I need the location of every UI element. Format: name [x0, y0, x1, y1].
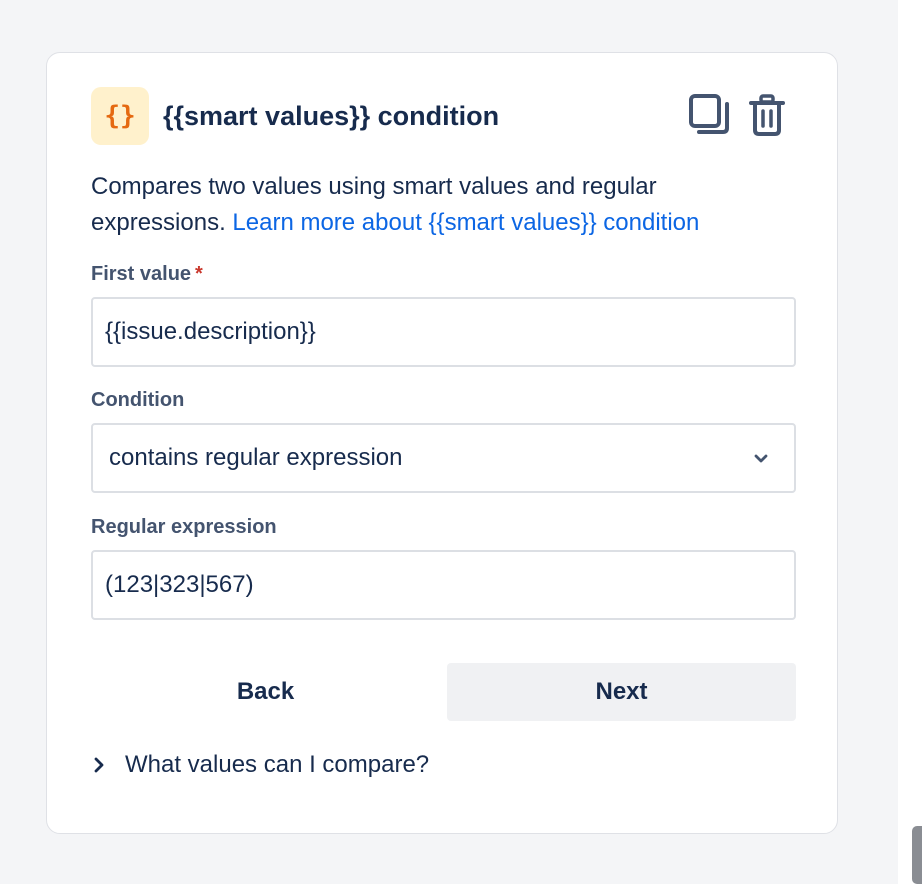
condition-value: contains regular expression: [109, 444, 403, 471]
condition-card: {} {{smart values}} condition Compares t…: [46, 52, 838, 834]
regex-input[interactable]: (123|323|567): [91, 550, 796, 620]
regex-text: (123|323|567): [105, 571, 254, 598]
first-value-input[interactable]: {{issue.description}}: [91, 297, 796, 367]
back-button[interactable]: Back: [91, 663, 440, 721]
copy-button[interactable]: [687, 93, 731, 137]
card-header: {} {{smart values}} condition: [91, 87, 793, 145]
condition-label: Condition: [91, 389, 185, 411]
first-value-text: {{issue.description}}: [105, 318, 316, 345]
delete-button[interactable]: [745, 93, 789, 137]
first-value-label: First value *: [91, 263, 203, 286]
help-expander[interactable]: What values can I compare?: [91, 745, 429, 785]
next-button[interactable]: Next: [447, 663, 796, 721]
copy-icon: [689, 94, 729, 134]
side-panel-edge: [898, 0, 922, 884]
required-marker: *: [195, 263, 203, 285]
regex-label: Regular expression: [91, 516, 277, 538]
help-expander-label: What values can I compare?: [125, 751, 430, 778]
first-value-label-text: First value: [91, 263, 192, 285]
card-description: Compares two values using smart values a…: [91, 169, 791, 241]
condition-select[interactable]: contains regular expression: [91, 423, 796, 493]
trash-icon: [749, 94, 785, 136]
card-title: {{smart values}} condition: [163, 101, 500, 131]
smart-values-icon: {}: [91, 87, 149, 145]
scrollbar-thumb[interactable]: [912, 826, 922, 884]
learn-more-link[interactable]: Learn more about {{smart values}} condit…: [232, 209, 699, 236]
chevron-down-icon: [754, 454, 768, 463]
chevron-right-icon: [91, 754, 117, 776]
